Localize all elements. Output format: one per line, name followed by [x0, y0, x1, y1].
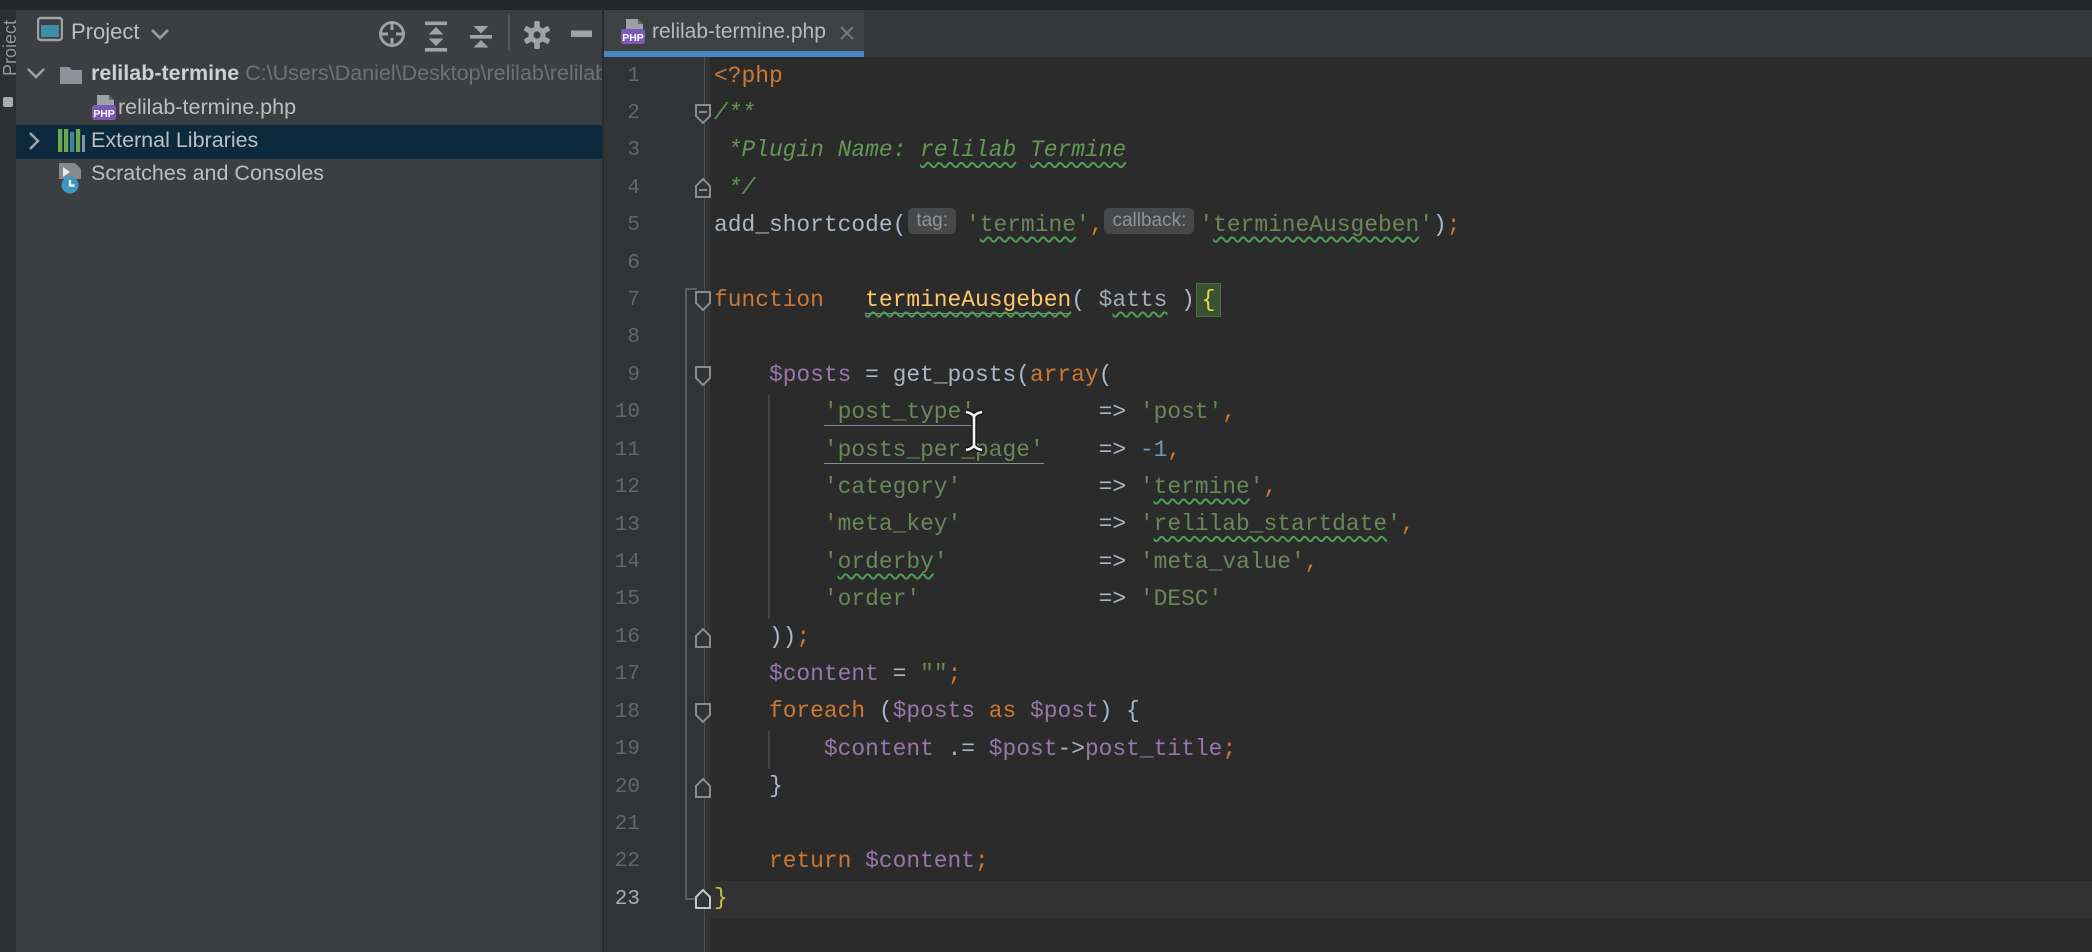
svg-text:PHP: PHP: [93, 108, 115, 120]
svg-text:PHP: PHP: [622, 32, 644, 44]
